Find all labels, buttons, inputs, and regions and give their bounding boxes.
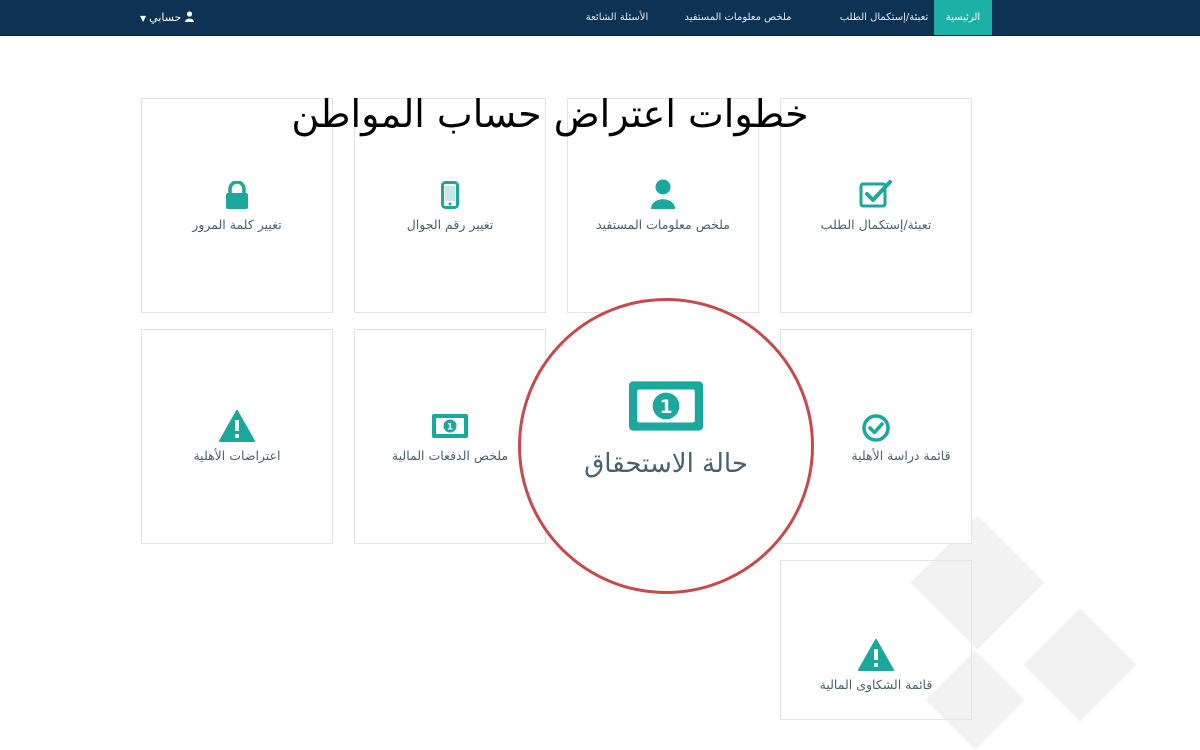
- chevron-down-icon: ▼: [140, 14, 147, 23]
- top-navbar: الرئيسية تعبئة/إستكمال الطلب ملخص معلوما…: [0, 0, 1200, 36]
- user-icon: [185, 1, 195, 36]
- page-title: خطوات اعتراض حساب المواطن: [291, 92, 809, 136]
- svg-text:1: 1: [447, 423, 453, 433]
- tile-label: قائمة الشكاوى المالية: [819, 677, 933, 692]
- tile-financial-complaints[interactable]: قائمة الشكاوى المالية: [780, 560, 972, 720]
- account-menu[interactable]: ▼ حسابي: [140, 0, 195, 36]
- nav-fill-application[interactable]: تعبئة/إستكمال الطلب: [834, 0, 934, 35]
- money-icon: 1: [355, 414, 545, 438]
- warning-icon: [142, 410, 332, 442]
- tile-label: ملخص معلومات المستفيد: [596, 217, 730, 232]
- eligibility-status-highlight[interactable]: 1 حالة الاستحقاق: [518, 298, 814, 594]
- checkbox-icon: [781, 179, 971, 209]
- warning-icon: [781, 639, 971, 671]
- nav-faq[interactable]: الأسئلة الشائعة: [572, 0, 662, 35]
- tile-payments-summary[interactable]: 1 ملخص الدفعات المالية: [354, 329, 546, 544]
- account-label: حسابي: [149, 11, 182, 24]
- user-icon: [568, 179, 758, 209]
- watermark-shape: [1023, 608, 1137, 722]
- mobile-phone-icon: [355, 181, 545, 209]
- tile-label: اعتراضات الأهلية: [193, 448, 281, 463]
- tile-label: ملخص الدفعات المالية: [391, 448, 509, 463]
- nav-beneficiary-summary[interactable]: ملخص معلومات المستفيد: [668, 0, 808, 35]
- tile-eligibility-objections[interactable]: اعتراضات الأهلية: [141, 329, 333, 544]
- tile-label: تغيير رقم الجوال: [406, 217, 494, 232]
- money-icon: 1: [521, 381, 811, 431]
- eligibility-status-label: حالة الاستحقاق: [584, 449, 748, 479]
- nav-home[interactable]: الرئيسية: [934, 0, 992, 35]
- svg-text:1: 1: [660, 397, 673, 418]
- tile-label: تعبئة/إستكمال الطلب: [820, 217, 932, 232]
- lock-icon: [142, 181, 332, 209]
- tile-label: تغيير كلمة المرور: [192, 217, 282, 232]
